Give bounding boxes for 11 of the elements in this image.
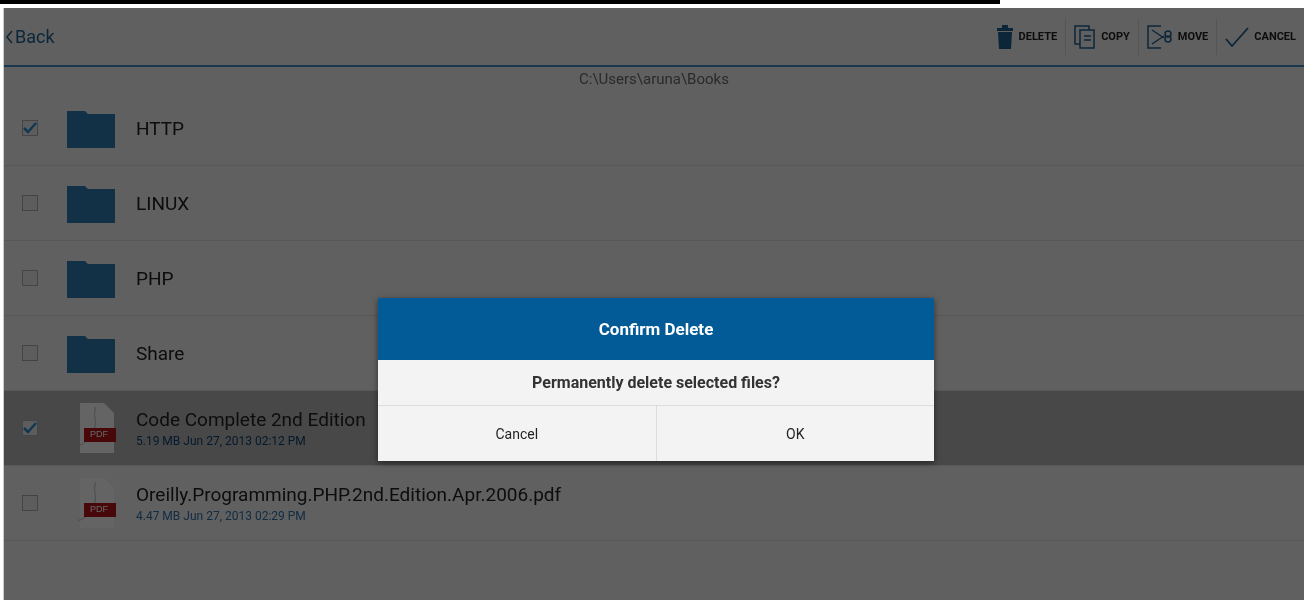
dialog-title: Confirm Delete: [378, 298, 934, 360]
file-name: LINUX: [136, 191, 190, 215]
file-details: 4.47 MB Jun 27, 2013 02:29 PM: [136, 509, 307, 523]
file-name: HTTP: [136, 116, 185, 140]
file-name: Code Complete 2nd Edition: [136, 408, 366, 431]
file-name: Share: [136, 341, 185, 365]
pdf-label: PDF: [90, 429, 108, 439]
file-details: 5.19 MB Jun 27, 2013 02:12 PM: [136, 434, 307, 448]
file-name: Oreilly.Programming.PHP.2nd.Edition.Apr.2006.pdf: [136, 483, 562, 506]
file-name: PHP: [136, 266, 174, 290]
pdf-label: PDF: [90, 504, 108, 514]
